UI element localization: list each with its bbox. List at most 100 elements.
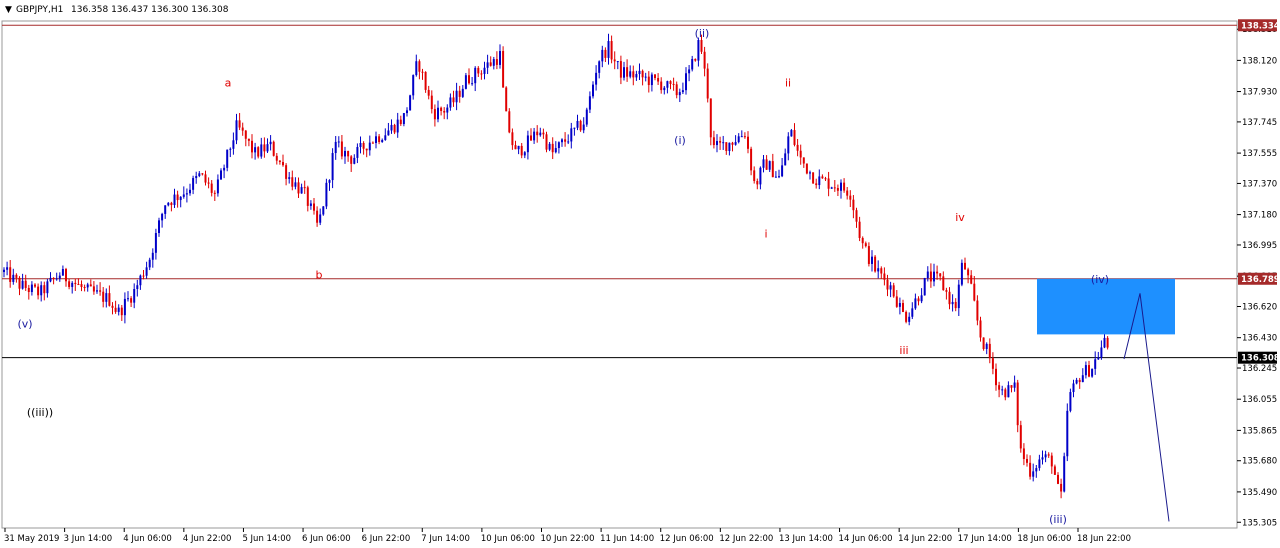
bull-candle xyxy=(474,67,477,84)
bull-candle xyxy=(1063,456,1066,492)
bull-candle xyxy=(1038,459,1041,469)
bull-candle xyxy=(787,136,790,154)
bear-candle xyxy=(719,141,722,143)
bull-candle xyxy=(189,189,191,194)
bull-candle xyxy=(1007,385,1010,398)
bear-candle xyxy=(340,141,343,157)
bull-candle xyxy=(889,285,892,290)
bull-candle xyxy=(557,142,560,149)
bull-candle xyxy=(49,277,52,282)
bull-candle xyxy=(185,193,188,195)
price-chart[interactable]: ▼ GBPJPY,H1 136.358 136.437 136.300 136.… xyxy=(0,0,1280,548)
bear-candle xyxy=(672,83,675,85)
bull-candle xyxy=(818,176,821,186)
bear-candle xyxy=(886,279,889,290)
bear-candle xyxy=(1053,466,1056,475)
bear-candle xyxy=(964,262,966,270)
wave-label: ii xyxy=(785,76,791,89)
bear-candle xyxy=(371,142,374,144)
bull-candle xyxy=(325,182,328,207)
y-tick-label: 135.305 xyxy=(1242,518,1277,528)
bull-candle xyxy=(582,124,585,131)
bear-candle xyxy=(669,81,672,84)
bear-candle xyxy=(747,136,749,149)
bull-candle xyxy=(154,233,157,253)
bear-candle xyxy=(1078,379,1081,383)
bull-candle xyxy=(384,135,387,140)
bear-candle xyxy=(92,286,95,292)
y-tick-label: 135.490 xyxy=(1242,488,1277,498)
bear-candle xyxy=(1050,455,1053,467)
bear-candle xyxy=(430,95,433,110)
bear-candle xyxy=(108,293,111,306)
target-zone-box[interactable] xyxy=(1037,278,1175,335)
y-tick-label: 135.680 xyxy=(1242,457,1277,467)
bear-candle xyxy=(421,71,424,73)
bull-candle xyxy=(55,278,58,280)
bear-candle xyxy=(458,90,461,97)
bear-candle xyxy=(551,143,554,153)
bull-candle xyxy=(957,284,960,309)
bear-candle xyxy=(660,81,663,91)
bear-candle xyxy=(852,199,855,211)
bull-candle xyxy=(260,144,263,157)
bull-candle xyxy=(499,51,501,65)
price-tag-label: 136.308 xyxy=(1241,354,1280,364)
bear-candle xyxy=(102,291,105,302)
bull-candle xyxy=(588,96,591,110)
bear-candle xyxy=(833,187,836,189)
bear-candle xyxy=(278,160,281,163)
wave-label: b xyxy=(316,268,323,281)
bear-candle xyxy=(1026,458,1028,463)
target-zone xyxy=(1037,278,1175,335)
x-tick-label: 6 Jun 22:00 xyxy=(362,534,411,544)
bull-candle xyxy=(840,182,842,191)
bull-candle xyxy=(601,49,604,62)
bull-candle xyxy=(526,135,529,153)
bear-candle xyxy=(440,107,443,111)
bull-candle xyxy=(406,110,408,114)
bull-candle xyxy=(40,285,43,296)
menu-triangle-icon[interactable]: ▼ xyxy=(5,5,12,15)
bull-candle xyxy=(127,298,129,300)
bull-candle xyxy=(666,81,669,88)
bear-candle xyxy=(821,176,824,179)
bear-candle xyxy=(285,165,288,179)
bull-candle xyxy=(517,145,520,150)
bull-candle xyxy=(266,144,269,152)
bull-candle xyxy=(105,293,108,302)
bear-candle xyxy=(750,148,753,171)
bull-candle xyxy=(592,84,594,97)
bull-candle xyxy=(334,141,337,154)
bull-candle xyxy=(923,278,926,296)
bull-candle xyxy=(663,87,666,91)
bear-candle xyxy=(80,284,83,287)
bull-candle xyxy=(554,148,557,153)
bear-candle xyxy=(700,39,703,52)
x-axis: 31 May 2019 3 Jun 14:00 4 Jun 06:00 4 Jun 2… xyxy=(4,528,1131,544)
bull-candle xyxy=(192,178,195,190)
bear-candle xyxy=(272,141,275,156)
bear-candle xyxy=(77,284,80,286)
bull-candle xyxy=(412,75,415,96)
bull-candle xyxy=(598,61,601,73)
bull-candle xyxy=(1100,347,1103,358)
bear-candle xyxy=(712,137,715,146)
bear-candle xyxy=(34,284,36,287)
bull-candle xyxy=(381,139,384,143)
bear-candle xyxy=(917,298,920,302)
bull-candle xyxy=(133,288,136,303)
wave-labels: ab(v)((iii))(ii)(i)iiiiviii(iv)(iii) xyxy=(17,27,1109,526)
bear-candle xyxy=(988,343,991,359)
bull-candle xyxy=(616,61,619,63)
bear-candle xyxy=(424,71,427,90)
bull-candle xyxy=(148,259,151,268)
bull-candle xyxy=(461,88,464,97)
bull-candle xyxy=(629,71,632,77)
bear-candle xyxy=(610,41,613,60)
bear-candle xyxy=(799,150,802,158)
bear-candle xyxy=(812,172,815,184)
bear-candle xyxy=(861,237,864,244)
wave-label: (i) xyxy=(674,134,686,147)
bear-candle xyxy=(1047,454,1050,456)
